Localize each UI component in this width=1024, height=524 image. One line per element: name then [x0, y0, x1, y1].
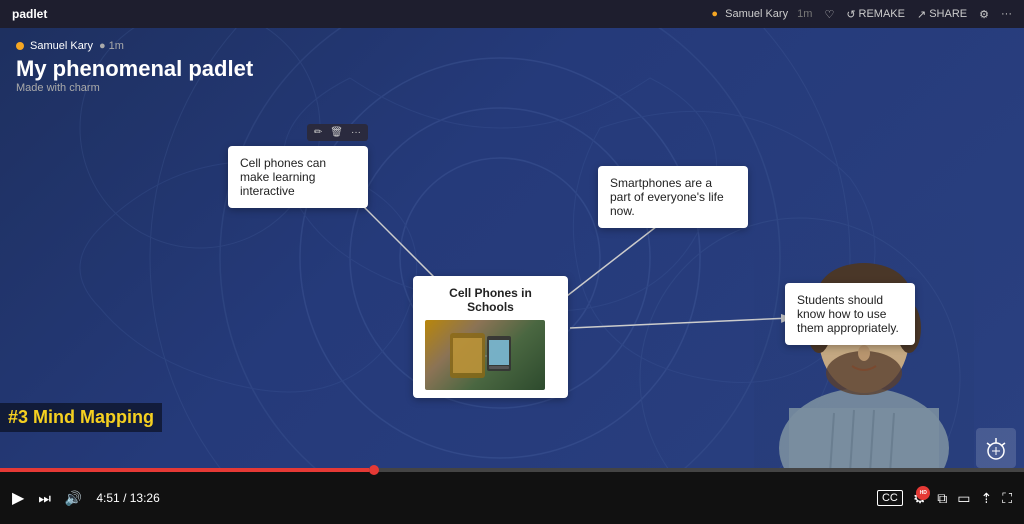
- card-text: Cell phones can make learning interactiv…: [240, 156, 326, 198]
- theater-icon: ▭: [957, 490, 970, 507]
- cc-icon: CC: [882, 492, 898, 504]
- video-area: Samuel Kary ● 1m My phenomenal padlet Ma…: [0, 28, 1024, 488]
- share-icon: ↗: [917, 8, 926, 21]
- padlet-logo: padlet: [12, 7, 47, 21]
- card-image: [425, 320, 545, 390]
- card-more-button[interactable]: ···: [348, 126, 364, 139]
- author-avatar: [16, 42, 24, 50]
- skip-button[interactable]: ⏭: [38, 490, 51, 507]
- share-button[interactable]: ↗ SHARE: [917, 8, 967, 21]
- cast-icon: ⇡: [980, 490, 992, 507]
- padlet-title: My phenomenal padlet: [16, 56, 253, 82]
- remake-icon: ↺: [846, 8, 855, 21]
- padlet-subtitle: Made with charm: [16, 82, 253, 94]
- card-image-content: [425, 320, 545, 390]
- card-students[interactable]: Students should know how to use them app…: [785, 283, 915, 345]
- post-time: ● 1m: [99, 40, 124, 52]
- card-delete-button[interactable]: 🗑: [327, 126, 346, 139]
- cast-button[interactable]: ⇡: [980, 490, 992, 507]
- top-bar-left: padlet: [12, 7, 47, 21]
- card-toolbar: ✏ 🗑 ···: [307, 124, 368, 141]
- progress-dot: [369, 465, 379, 475]
- pip-icon: ⧉: [937, 490, 947, 507]
- top-bar-right: ● Samuel Kary 1m ♡ ↺ REMAKE ↗ SHARE ⚙ ··…: [711, 8, 1012, 21]
- skip-icon: ⏭: [38, 490, 51, 507]
- more-icon: ···: [1001, 8, 1012, 20]
- play-button[interactable]: ▶: [12, 488, 24, 508]
- card-interactive[interactable]: ✏ 🗑 ··· Cell phones can make learning in…: [228, 146, 368, 208]
- watermark: [976, 428, 1016, 468]
- fullscreen-button[interactable]: ⛶: [1002, 490, 1012, 507]
- gear-icon: ⚙: [979, 8, 989, 21]
- bottom-text-overlay: #3 Mind Mapping: [0, 403, 162, 432]
- more-button[interactable]: ···: [1001, 8, 1012, 20]
- volume-button[interactable]: 🔊: [65, 490, 82, 507]
- author-name: Samuel Kary: [30, 40, 93, 52]
- card-text: Smartphones are a part of everyone's lif…: [610, 176, 724, 218]
- time-display: 4:51 / 13:26: [96, 491, 159, 505]
- overlay-text: #3 Mind Mapping: [0, 403, 162, 432]
- top-bar: padlet ● Samuel Kary 1m ♡ ↺ REMAKE ↗ SHA…: [0, 0, 1024, 28]
- theater-button[interactable]: ▭: [957, 490, 970, 507]
- video-header: Samuel Kary ● 1m My phenomenal padlet Ma…: [16, 40, 253, 94]
- card-smartphones[interactable]: Smartphones are a part of everyone's lif…: [598, 166, 748, 228]
- cc-button[interactable]: CC: [877, 490, 903, 506]
- pip-button[interactable]: ⧉: [937, 490, 947, 507]
- settings-badge: ⚙ HD: [913, 488, 927, 508]
- card-text: Students should know how to use them app…: [797, 293, 899, 335]
- hd-badge: HD: [916, 486, 930, 500]
- remake-button[interactable]: ↺ REMAKE: [846, 8, 905, 21]
- volume-icon: 🔊: [65, 490, 82, 507]
- card-edit-button[interactable]: ✏: [311, 126, 325, 139]
- settings-button[interactable]: ⚙: [979, 8, 989, 21]
- author-line: Samuel Kary ● 1m: [16, 40, 253, 52]
- controls-bar: ▶ ⏭ 🔊 4:51 / 13:26 CC ⚙ HD: [0, 468, 1024, 524]
- card-schools[interactable]: Cell Phones in Schools: [413, 276, 568, 398]
- card-image-svg: [445, 328, 525, 383]
- fullscreen-icon: ⛶: [1002, 490, 1012, 507]
- card-title: Cell Phones in Schools: [425, 286, 556, 314]
- author-info: ● Samuel Kary 1m: [711, 8, 812, 20]
- like-button[interactable]: ♡: [824, 8, 834, 21]
- play-icon: ▶: [12, 488, 24, 508]
- watermark-icon: [981, 433, 1011, 463]
- controls-left: ▶ ⏭ 🔊 4:51 / 13:26: [12, 488, 160, 508]
- progress-bar[interactable]: [0, 468, 1024, 472]
- controls-right: CC ⚙ HD ⧉ ▭ ⇡ ⛶: [877, 488, 1012, 508]
- controls-main: ▶ ⏭ 🔊 4:51 / 13:26 CC ⚙ HD: [0, 472, 1024, 524]
- progress-fill: [0, 468, 369, 472]
